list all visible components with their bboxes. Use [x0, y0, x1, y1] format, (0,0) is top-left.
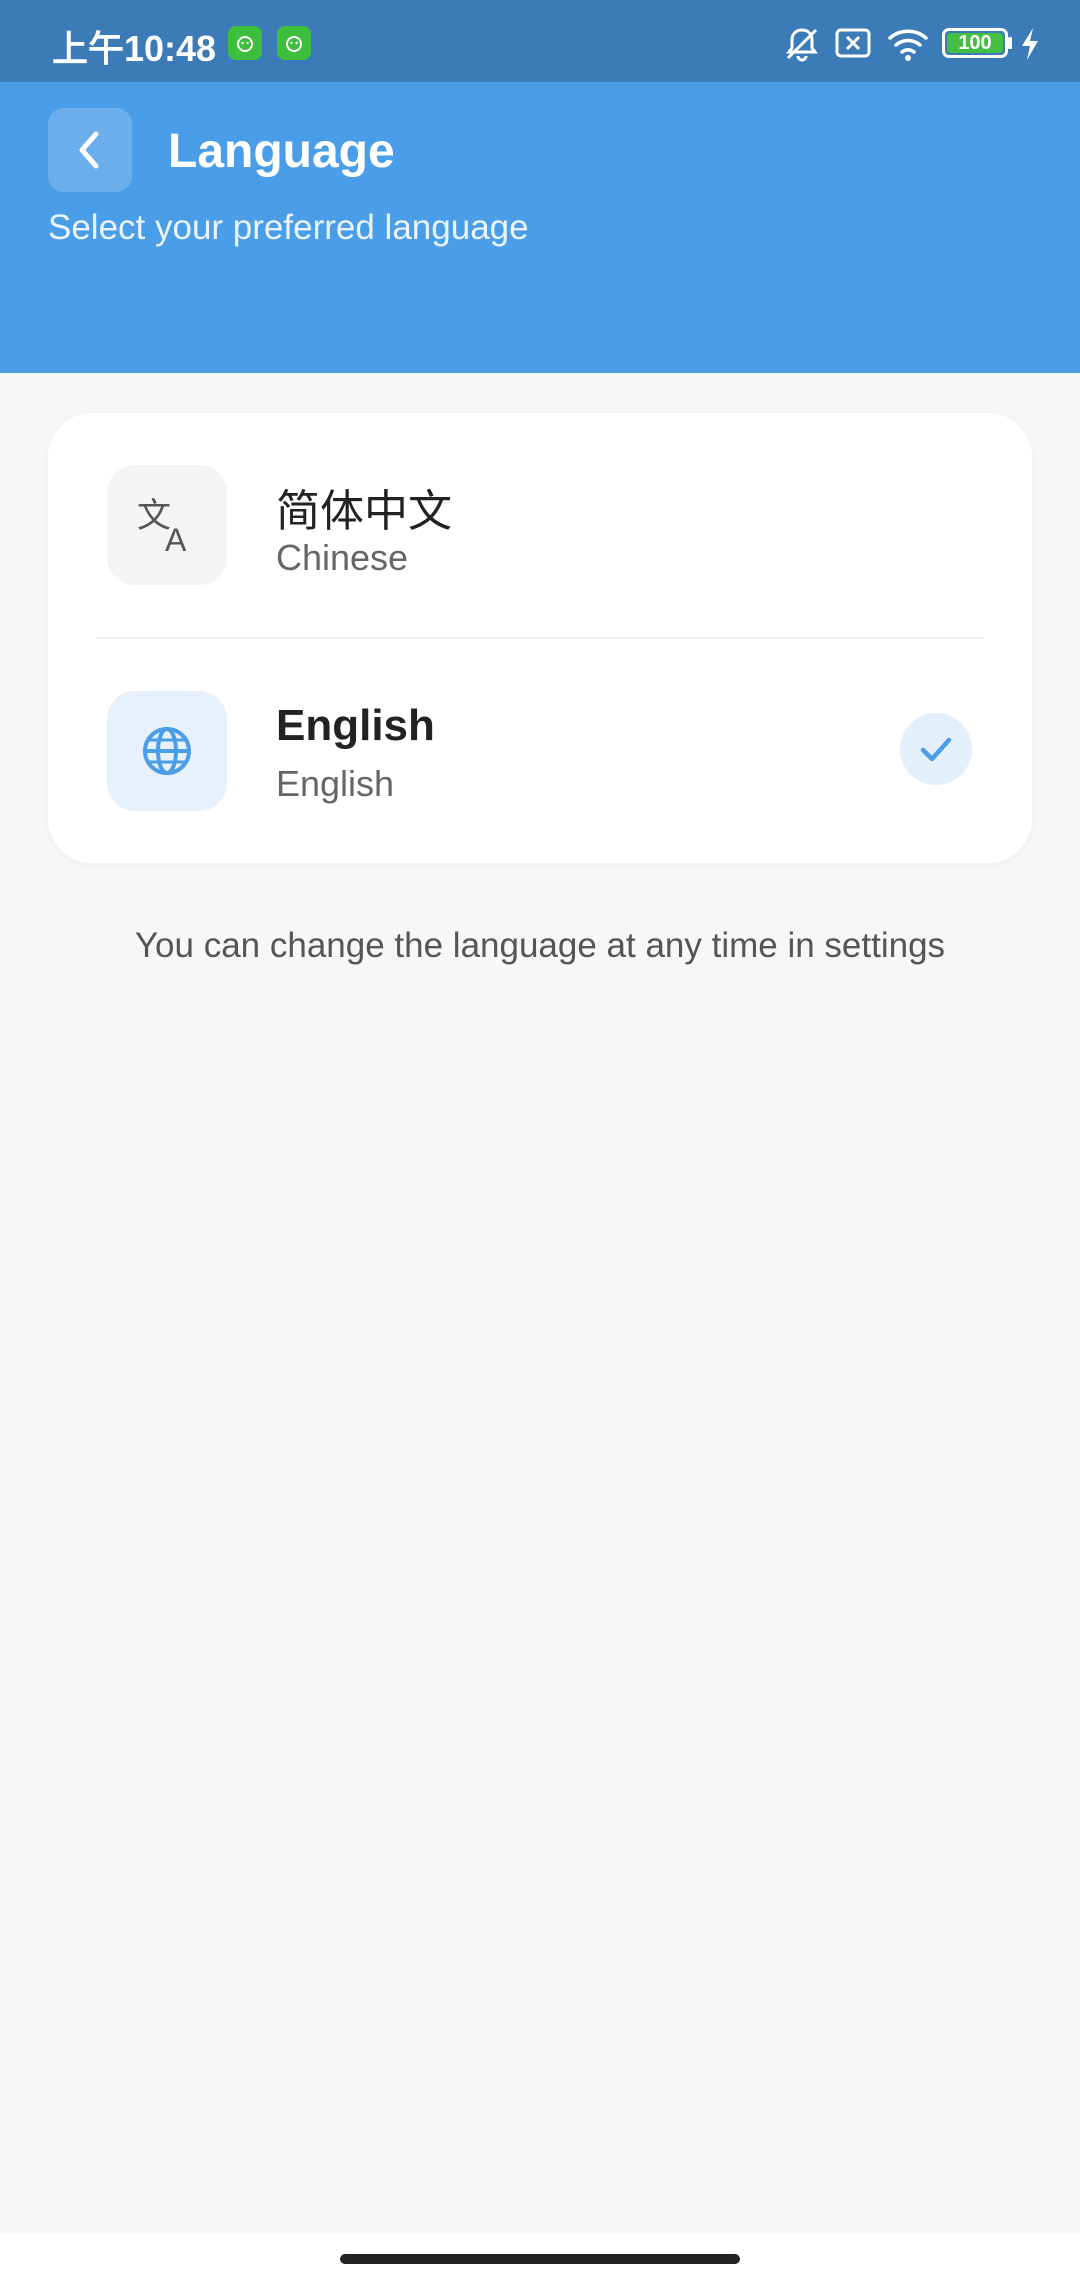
language-name: English [276, 701, 435, 750]
chevron-left-icon [79, 131, 99, 169]
battery-level: 100 [958, 31, 992, 54]
charging-bolt-icon [1022, 28, 1038, 60]
selected-check-badge [900, 713, 972, 785]
app-notification-icon [277, 26, 311, 60]
checkmark-icon [920, 737, 952, 762]
system-nav-bar [0, 2234, 1080, 2280]
sim-off-icon [835, 28, 871, 58]
silent-bell-icon [786, 28, 818, 62]
status-bar: 上午10:48 100 [0, 0, 1080, 82]
globe-icon [143, 727, 191, 775]
svg-text:A: A [165, 522, 187, 557]
language-list-card: 文 A 简体中文 Chinese English English [48, 413, 1032, 863]
wifi-icon [888, 29, 928, 61]
language-option-chinese[interactable]: 文 A 简体中文 Chinese [48, 413, 1032, 637]
translate-icon-box: 文 A [107, 465, 227, 585]
page-subtitle: Select your preferred language [48, 208, 529, 247]
language-name: 简体中文 [276, 487, 452, 536]
language-option-english[interactable]: English English [48, 639, 1032, 863]
back-button[interactable] [48, 108, 132, 192]
battery-icon: 100 [942, 28, 1008, 58]
translate-icon: 文 A [137, 496, 187, 557]
battery-tip [1008, 37, 1012, 49]
language-hint-text: You can change the language at any time … [134, 926, 946, 965]
language-subtitle: Chinese [276, 537, 409, 578]
language-subtitle: English [276, 763, 395, 804]
app-notification-icon [228, 26, 262, 60]
home-indicator[interactable] [340, 2254, 740, 2264]
status-time: 上午10:48 [52, 28, 217, 69]
page-header: Language Select your preferred language [0, 82, 1080, 373]
page-title: Language [168, 125, 395, 178]
globe-icon-box [107, 691, 227, 811]
language-screen: 上午10:48 100 Language Select your preferr… [0, 0, 1080, 2280]
